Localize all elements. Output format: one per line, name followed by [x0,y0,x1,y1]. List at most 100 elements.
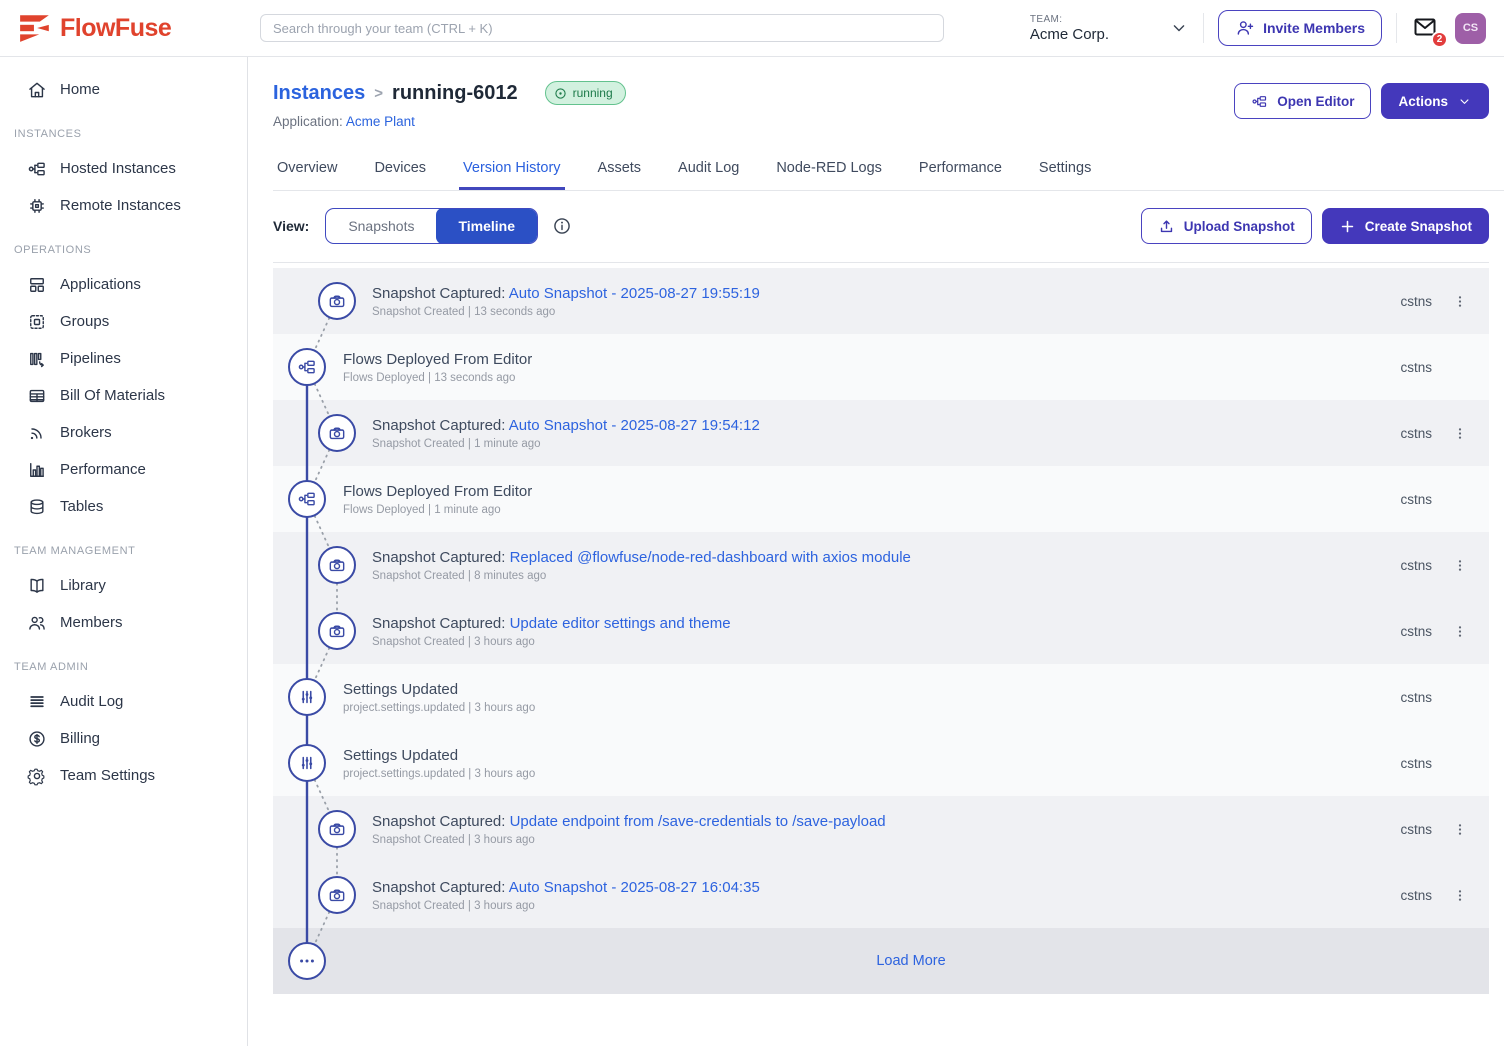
snapshot-name-link[interactable]: Auto Snapshot - 2025-08-27 19:55:19 [509,285,760,302]
page-title: running-6012 [392,82,518,105]
timeline-row: Snapshot Captured: Update endpoint from … [273,796,1489,862]
notifications-mail-icon[interactable]: 2 [1411,15,1441,41]
library-icon [27,576,47,596]
application-link[interactable]: Acme Plant [346,114,415,129]
sidebar-item-billing[interactable]: Billing [0,720,247,757]
event-user: cstns [1400,756,1432,771]
tab-node-red-logs[interactable]: Node-RED Logs [772,151,886,190]
view-toggle-timeline[interactable]: Timeline [436,208,537,244]
upload-snapshot-button[interactable]: Upload Snapshot [1141,208,1312,244]
tab-overview[interactable]: Overview [273,151,341,190]
plus-icon [1339,218,1356,235]
timeline-event-title: Snapshot Captured: Update editor setting… [372,615,731,632]
event-user: cstns [1400,426,1432,441]
sidebar-item-hosted-instances[interactable]: Hosted Instances [0,150,247,187]
timeline-row: Snapshot Captured: Replaced @flowfuse/no… [273,532,1489,598]
load-more-link[interactable]: Load More [816,953,945,969]
kebab-menu-icon[interactable] [1453,886,1467,904]
sliders-icon [288,678,326,716]
camera-icon [318,414,356,452]
open-editor-button[interactable]: Open Editor [1234,83,1371,119]
flowfuse-logo[interactable]: FlowFuse [0,11,248,45]
timeline-event-meta: project.settings.updated | 3 hours ago [343,768,535,780]
kebab-menu-icon[interactable] [1453,424,1467,442]
camera-icon [318,546,356,584]
sidebar-item-team-settings[interactable]: Team Settings [0,757,247,794]
snapshot-name-link[interactable]: Replaced @flowfuse/node-red-dashboard wi… [510,549,911,566]
sidebar-item-library[interactable]: Library [0,567,247,604]
team-selector[interactable]: TEAM: Acme Corp. [1030,14,1189,43]
timeline-event-title: Snapshot Captured: Auto Snapshot - 2025-… [372,879,760,896]
sidebar-item-remote-instances[interactable]: Remote Instances [0,187,247,224]
view-toggle-snapshots[interactable]: Snapshots [326,208,436,244]
timeline-row: Settings Updatedproject.settings.updated… [273,730,1489,796]
tab-version-history[interactable]: Version History [459,151,565,190]
timeline-load-more-row: Load More [273,928,1489,994]
application-label: Application: [273,114,343,129]
kebab-menu-icon[interactable] [1453,292,1467,310]
tab-devices[interactable]: Devices [370,151,430,190]
dots-h-icon [288,942,326,980]
sidebar-item-groups[interactable]: Groups [0,303,247,340]
divider [1396,13,1397,43]
version-history-timeline: Snapshot Captured: Auto Snapshot - 2025-… [273,268,1489,994]
kebab-menu-icon[interactable] [1453,820,1467,838]
snapshot-captured-prefix: Snapshot Captured: [372,285,509,302]
event-user: cstns [1400,558,1432,573]
actions-button[interactable]: Actions [1381,83,1489,119]
snapshot-name-link[interactable]: Auto Snapshot - 2025-08-27 16:04:35 [509,879,760,896]
tab-bar: Overview Devices Version History Assets Audi… [273,151,1504,191]
sidebar-item-tables[interactable]: Tables [0,488,247,525]
timeline-row: Flows Deployed From EditorFlows Deployed… [273,334,1489,400]
event-user: cstns [1400,690,1432,705]
sidebar-item-label: Bill Of Materials [60,387,165,404]
sidebar-item-applications[interactable]: Applications [0,266,247,303]
billing-icon [27,729,47,749]
snapshot-name-link[interactable]: Update editor settings and theme [510,615,731,632]
chevron-down-icon [1169,18,1189,38]
timeline-event-meta: Snapshot Created | 3 hours ago [372,834,886,846]
gear-icon [27,766,47,786]
home-icon [27,80,47,100]
sidebar-item-brokers[interactable]: Brokers [0,414,247,451]
top-header: FlowFuse TEAM: Acme Corp. Invite Members… [0,0,1504,57]
snapshot-name-link[interactable]: Update endpoint from /save-credentials t… [510,813,886,830]
pipelines-icon [27,349,47,369]
sidebar-item-label: Brokers [60,424,112,441]
camera-icon [318,876,356,914]
timeline-event-title: Settings Updated [343,681,535,698]
breadcrumb-instances-link[interactable]: Instances [273,82,365,105]
avatar[interactable]: CS [1455,13,1486,44]
info-icon[interactable] [552,216,572,236]
breadcrumb-separator: > [374,85,383,102]
timeline-event-title: Snapshot Captured: Update endpoint from … [372,813,886,830]
remote-instances-icon [27,196,47,216]
event-user: cstns [1400,822,1432,837]
timeline-event-meta: Snapshot Created | 8 minutes ago [372,570,911,582]
sidebar-item-audit-log[interactable]: Audit Log [0,683,247,720]
create-snapshot-button[interactable]: Create Snapshot [1322,208,1489,244]
search-input[interactable] [260,14,944,42]
timeline-row: Flows Deployed From EditorFlows Deployed… [273,466,1489,532]
timeline-event-title: Snapshot Captured: Auto Snapshot - 2025-… [372,285,760,302]
sidebar-item-pipelines[interactable]: Pipelines [0,340,247,377]
event-user: cstns [1400,888,1432,903]
sidebar-item-home[interactable]: Home [0,71,247,108]
timeline-row: Snapshot Captured: Auto Snapshot - 2025-… [273,400,1489,466]
sidebar-item-performance[interactable]: Performance [0,451,247,488]
sidebar-item-label: Team Settings [60,767,155,784]
applications-icon [27,275,47,295]
tab-assets[interactable]: Assets [594,151,646,190]
sidebar-item-label: Groups [60,313,109,330]
tab-audit-log[interactable]: Audit Log [674,151,743,190]
tab-performance[interactable]: Performance [915,151,1006,190]
snapshot-captured-prefix: Snapshot Captured: [372,417,509,434]
sidebar-item-bill-of-materials[interactable]: Bill Of Materials [0,377,247,414]
tab-settings[interactable]: Settings [1035,151,1095,190]
kebab-menu-icon[interactable] [1453,556,1467,574]
timeline-event-title: Snapshot Captured: Replaced @flowfuse/no… [372,549,911,566]
snapshot-name-link[interactable]: Auto Snapshot - 2025-08-27 19:54:12 [509,417,760,434]
kebab-menu-icon[interactable] [1453,622,1467,640]
invite-members-button[interactable]: Invite Members [1218,10,1382,46]
sidebar-item-members[interactable]: Members [0,604,247,641]
